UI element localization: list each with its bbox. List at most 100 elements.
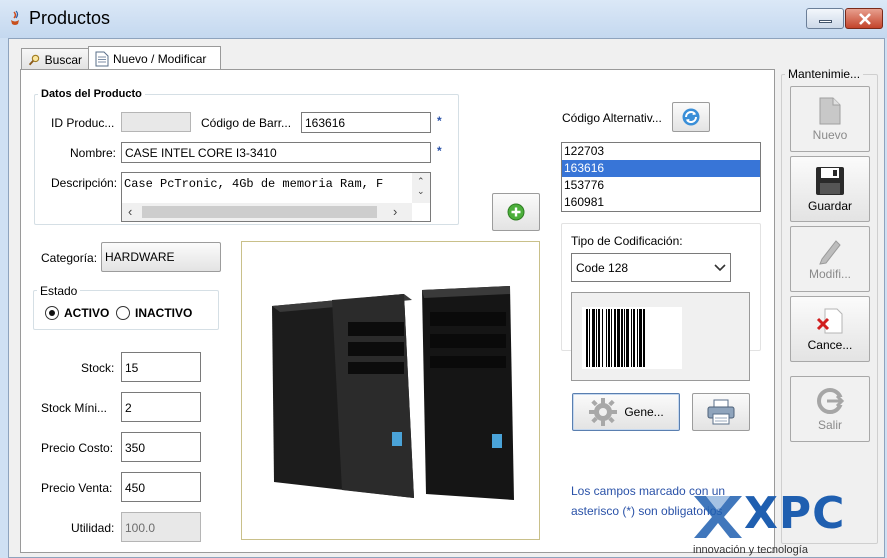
java-app-icon: [11, 10, 19, 25]
scroll-thumb[interactable]: [142, 206, 377, 218]
guardar-label: Guardar: [807, 199, 853, 213]
exit-icon: [817, 388, 845, 414]
utilidad-field: 100.0: [121, 512, 201, 542]
descripcion-textarea[interactable]: Case PcTronic, 4Gb de memoria Ram, F ⌃ ⌄…: [121, 172, 431, 222]
barcode-preview: [571, 292, 750, 381]
document-icon: [95, 51, 109, 66]
radio-activo-indicator: [45, 306, 59, 320]
cancelar-label: Cance...: [807, 338, 853, 352]
barcode-bar: [611, 309, 612, 367]
refresh-icon: [682, 108, 700, 126]
barcode-bar: [586, 309, 588, 367]
generate-button[interactable]: Gene...: [572, 393, 680, 431]
codificacion-label: Tipo de Codificación:: [571, 234, 683, 248]
title-bar: [0, 0, 887, 38]
window-title: Productos: [29, 8, 111, 28]
nuevo-label: Nuevo: [812, 128, 848, 142]
radio-activo-label: ACTIVO: [64, 306, 110, 320]
mantenimiento-legend: Mantenimie...: [785, 67, 864, 81]
print-button[interactable]: [692, 393, 750, 431]
barcode-bar: [617, 309, 620, 367]
utilidad-label: Utilidad:: [71, 521, 115, 535]
barcode-bar: [637, 309, 638, 367]
modificar-button[interactable]: Modifi...: [790, 226, 870, 292]
computer-tower-image: [272, 286, 514, 500]
new-document-icon: [819, 97, 841, 125]
close-button[interactable]: [845, 8, 883, 29]
guardar-button[interactable]: Guardar: [790, 156, 870, 222]
codificacion-value: Code 128: [576, 260, 629, 275]
barcode-label: Código de Barr...: [201, 116, 292, 130]
pencil-icon: [819, 240, 841, 265]
search-icon: [28, 54, 40, 65]
barcode-bar: [602, 309, 603, 367]
modificar-label: Modifi...: [808, 267, 851, 281]
chevron-down-icon: [714, 264, 726, 272]
cancelar-button[interactable]: Cance...: [790, 296, 870, 362]
minimize-icon: [819, 20, 832, 23]
tab-buscar[interactable]: Buscar: [21, 48, 89, 70]
plus-icon: [507, 203, 525, 221]
stock-min-field[interactable]: 2: [121, 392, 201, 422]
stock-label: Stock:: [81, 361, 115, 375]
generate-button-label: Gene...: [624, 405, 664, 419]
radio-inactivo[interactable]: INACTIVO: [116, 306, 192, 320]
codificacion-select[interactable]: Code 128: [571, 253, 731, 282]
refresh-button[interactable]: [672, 102, 710, 132]
radio-activo[interactable]: ACTIVO: [45, 306, 109, 320]
xpc-tagline: innovación y tecnología: [693, 544, 808, 556]
nombre-field[interactable]: CASE INTEL CORE I3-3410: [121, 142, 431, 163]
descripcion-label: Descripción:: [51, 176, 118, 190]
precio-venta-label: Precio Venta:: [41, 481, 113, 495]
list-item[interactable]: 153776: [562, 177, 760, 194]
barcode-bar: [608, 309, 610, 367]
barcode-bar: [633, 309, 635, 367]
close-icon: [859, 13, 871, 25]
barcode-bar: [626, 309, 629, 367]
scroll-left-icon: ‹: [128, 204, 133, 219]
minimize-button[interactable]: [806, 8, 844, 29]
barcode-bar: [614, 309, 616, 367]
salir-button[interactable]: Salir: [790, 376, 870, 442]
list-item[interactable]: 163616: [562, 160, 760, 177]
xpc-watermark: XPC innovación y tecnología: [692, 488, 887, 558]
printer-icon: [707, 399, 735, 425]
list-item[interactable]: 160981: [562, 194, 760, 211]
id-label: ID Produc...: [51, 116, 115, 130]
precio-venta-field[interactable]: 450: [121, 472, 201, 502]
tab-buscar-label: Buscar: [44, 52, 82, 67]
tab-nuevo-label: Nuevo / Modificar: [113, 51, 207, 66]
id-field: [121, 112, 191, 132]
precio-costo-field[interactable]: 350: [121, 432, 201, 462]
barcode-bar: [592, 309, 595, 367]
precio-costo-label: Precio Costo:: [41, 441, 114, 455]
save-icon: [816, 167, 844, 195]
descripcion-text: Case PcTronic, 4Gb de memoria Ram, F: [124, 177, 384, 191]
salir-label: Salir: [817, 418, 842, 432]
add-button[interactable]: [492, 193, 540, 231]
product-image[interactable]: [241, 241, 540, 540]
barcode-bar: [631, 309, 632, 367]
categoria-select[interactable]: HARDWARE: [101, 242, 221, 272]
radio-inactivo-label: INACTIVO: [135, 306, 193, 320]
nombre-required-mark: *: [437, 144, 442, 158]
vertical-scrollbar[interactable]: ⌃ ⌄: [412, 173, 430, 203]
categoria-label: Categoría:: [41, 251, 98, 265]
stock-field[interactable]: 15: [121, 352, 201, 382]
barcode-required-mark: *: [437, 114, 442, 128]
barcode-bar: [639, 309, 642, 367]
horizontal-scrollbar[interactable]: ‹ ›: [122, 203, 412, 221]
barcode-bar: [621, 309, 623, 367]
nuevo-button[interactable]: Nuevo: [790, 86, 870, 152]
radio-inactivo-indicator: [116, 306, 130, 320]
codigos-list[interactable]: 122703 163616 153776 160981: [561, 142, 761, 212]
tab-nuevo-modificar[interactable]: Nuevo / Modificar: [88, 46, 221, 70]
cancel-document-icon: [816, 308, 843, 334]
xpc-brand-text: XPC: [744, 488, 846, 539]
barcode-field[interactable]: 163616: [301, 112, 431, 133]
barcode-image: [582, 307, 682, 369]
scroll-right-icon: ›: [393, 204, 398, 219]
list-item[interactable]: 122703: [562, 143, 760, 160]
barcode-bar: [606, 309, 607, 367]
datos-producto-legend: Datos del Producto: [38, 88, 145, 100]
